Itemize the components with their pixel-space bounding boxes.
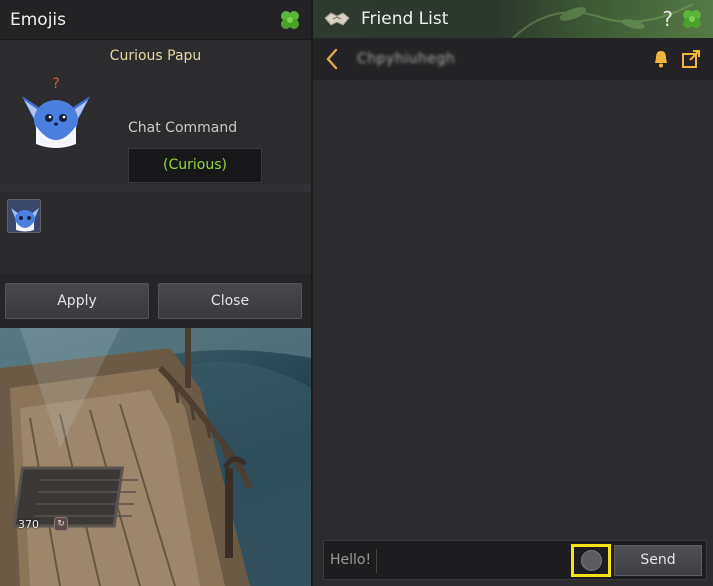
emoji-face-icon [580, 550, 602, 571]
send-button[interactable]: Send [614, 545, 702, 576]
emojis-title: Emojis [10, 9, 67, 30]
bell-icon[interactable] [651, 49, 671, 69]
emoji-button[interactable] [571, 544, 611, 577]
svg-text:?: ? [52, 76, 59, 92]
game-scene-background: 370 ↻ [0, 328, 312, 586]
emojis-header: Emojis [0, 0, 311, 40]
emoji-grid [0, 192, 311, 274]
level-indicator: 370 [18, 518, 39, 531]
clover-icon[interactable] [681, 8, 703, 30]
chat-command-value: (Curious) [128, 148, 262, 183]
close-button[interactable]: Close [158, 283, 302, 319]
chat-input[interactable] [330, 547, 570, 573]
panel-divider [0, 184, 311, 192]
friend-list-header: Friend List ? [313, 0, 713, 38]
chat-input-bar: Send [323, 540, 707, 580]
chat-partner-bar: Chpyhiuhegh [313, 38, 713, 80]
emoji-name: Curious Papu [109, 48, 202, 64]
refresh-icon: ↻ [54, 517, 68, 531]
emojis-panel: Emojis Curious Papu Chat Command (Curiou… [0, 0, 311, 328]
popout-icon[interactable] [681, 49, 701, 69]
help-icon[interactable]: ? [662, 7, 673, 31]
chat-partner-name: Chpyhiuhegh [357, 51, 456, 67]
friend-list-panel: Friend List ? Chpyhiuhegh Hello! Send [311, 0, 713, 586]
clover-icon[interactable] [279, 9, 301, 31]
papu-emoji-preview: ? [22, 76, 90, 148]
friend-list-title: Friend List [361, 9, 449, 29]
chat-message-area[interactable] [313, 80, 713, 540]
apply-button[interactable]: Apply [5, 283, 149, 319]
chat-command-label: Chat Command [128, 120, 238, 136]
input-cursor-divider [376, 549, 377, 573]
emoji-slot-curious-papu[interactable] [7, 199, 41, 233]
back-chevron-icon[interactable] [325, 48, 339, 70]
handshake-icon [324, 12, 350, 26]
